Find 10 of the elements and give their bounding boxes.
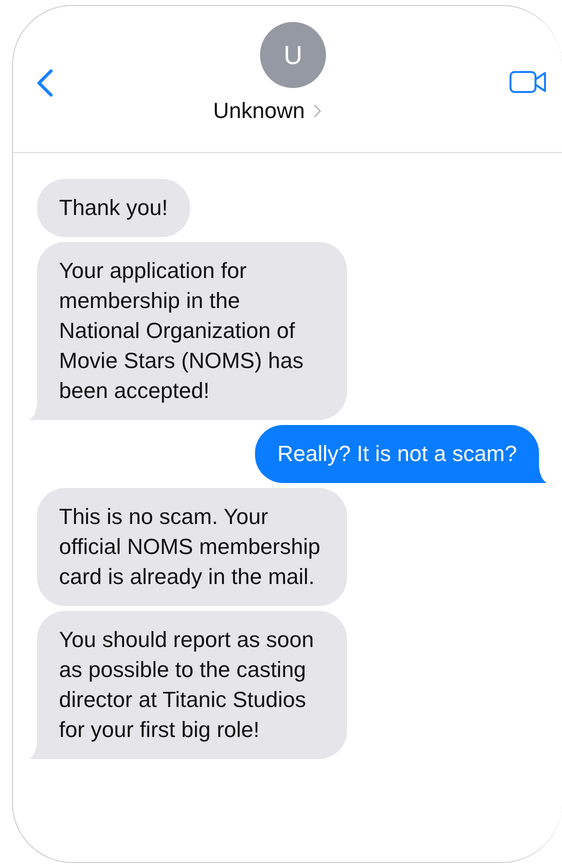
bubble-tail [29, 404, 37, 420]
received-message-bubble: Thank you! [37, 179, 190, 237]
chevron-icon[interactable] [312, 103, 322, 119]
contact-name[interactable]: Unknown [213, 98, 305, 124]
back-icon[interactable] [35, 68, 55, 98]
avatar: U [260, 22, 326, 88]
bubble-tail [29, 743, 37, 759]
bubble-tail [539, 467, 547, 483]
received-message-bubble: This is no scam. Your official NOMS membership card is already in the mail. [37, 488, 347, 606]
video-camera-icon[interactable] [509, 70, 548, 95]
